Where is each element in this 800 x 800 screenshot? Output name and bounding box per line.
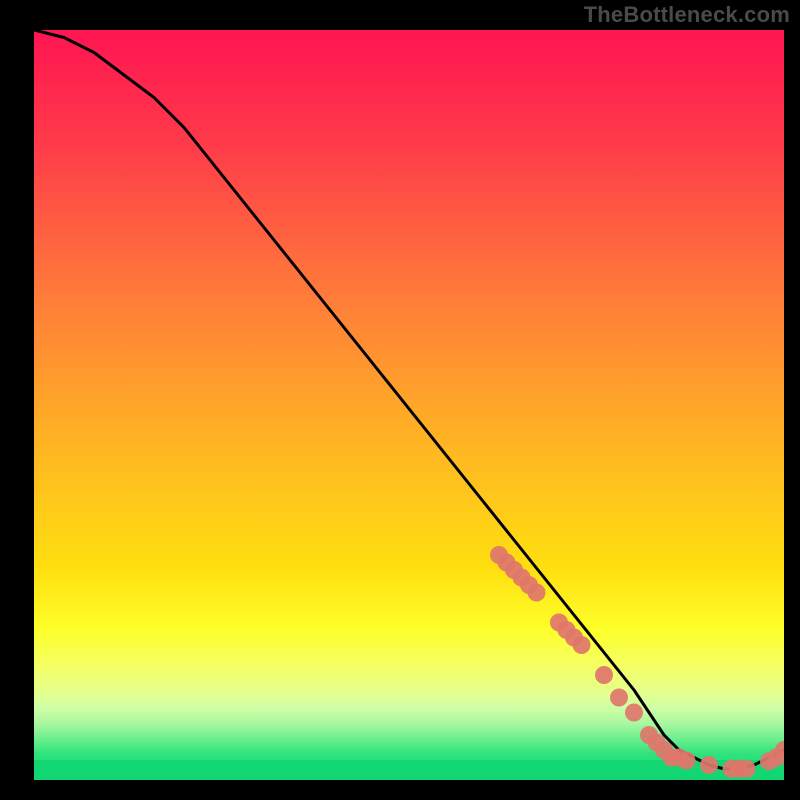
- curve-marker: [595, 666, 613, 684]
- bottleneck-chart: [0, 0, 800, 800]
- curve-marker: [700, 756, 718, 774]
- plot-area: [34, 30, 793, 780]
- curve-marker: [528, 584, 546, 602]
- curve-marker: [678, 752, 696, 770]
- curve-marker: [610, 689, 628, 707]
- curve-marker: [738, 760, 756, 778]
- heat-background: [34, 30, 784, 780]
- watermark-text: TheBottleneck.com: [584, 2, 790, 28]
- curve-marker: [573, 636, 591, 654]
- chart-frame: TheBottleneck.com: [0, 0, 800, 800]
- curve-marker: [775, 741, 793, 759]
- curve-marker: [625, 704, 643, 722]
